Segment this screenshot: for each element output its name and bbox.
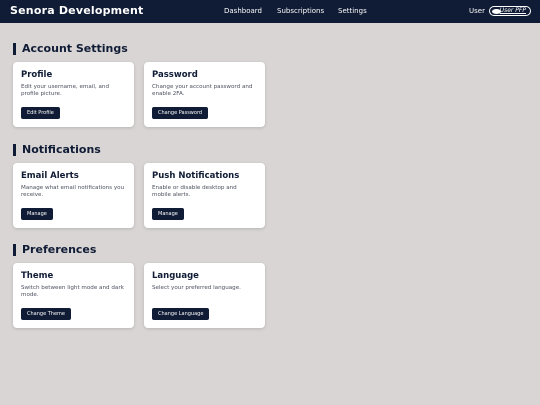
card-email-alerts: Email Alerts Manage what email notificat… [13, 163, 134, 228]
card-title: Language [152, 271, 199, 281]
card-title: Theme [21, 271, 54, 281]
avatar-icon [492, 9, 501, 14]
section-title-account: Account Settings [13, 43, 128, 55]
card-title: Password [152, 70, 198, 80]
nav-dashboard[interactable]: Dashboard [224, 7, 262, 15]
card-title: Email Alerts [21, 171, 79, 181]
card-description: Enable or disable desktop and mobile ale… [152, 185, 237, 198]
change-language-button[interactable]: Change Language [152, 308, 210, 320]
card-description: Edit your username, email, and profile p… [21, 84, 109, 97]
card-title: Profile [21, 70, 53, 80]
brand-title[interactable]: Senora Development [10, 4, 143, 17]
card-profile: Profile Edit your username, email, and p… [13, 62, 134, 127]
section-title-notifications: Notifications [13, 144, 101, 156]
nav-settings[interactable]: Settings [338, 7, 367, 15]
avatar-alt-text: User PFP [499, 7, 526, 14]
edit-profile-button[interactable]: Edit Profile [21, 107, 60, 119]
top-navbar: Senora Development Dashboard Subscriptio… [0, 0, 540, 23]
user-label: User [469, 7, 485, 15]
manage-email-button[interactable]: Manage [21, 208, 53, 220]
card-theme: Theme Switch between light mode and dark… [13, 263, 134, 328]
card-description: Manage what email notifications you rece… [21, 185, 125, 198]
nav-subscriptions[interactable]: Subscriptions [277, 7, 324, 15]
card-push-notifications: Push Notifications Enable or disable des… [144, 163, 265, 228]
card-language: Language Select your preferred language.… [144, 263, 265, 328]
user-avatar[interactable]: User PFP [489, 6, 531, 16]
change-theme-button[interactable]: Change Theme [21, 308, 71, 320]
change-password-button[interactable]: Change Password [152, 107, 209, 119]
card-description: Select your preferred language. [152, 285, 241, 291]
section-title-preferences: Preferences [13, 244, 96, 256]
card-description: Change your account password and enable … [152, 84, 253, 97]
manage-push-button[interactable]: Manage [152, 208, 184, 220]
card-password: Password Change your account password an… [144, 62, 265, 127]
card-description: Switch between light mode and dark mode. [21, 285, 124, 298]
card-title: Push Notifications [152, 171, 240, 181]
